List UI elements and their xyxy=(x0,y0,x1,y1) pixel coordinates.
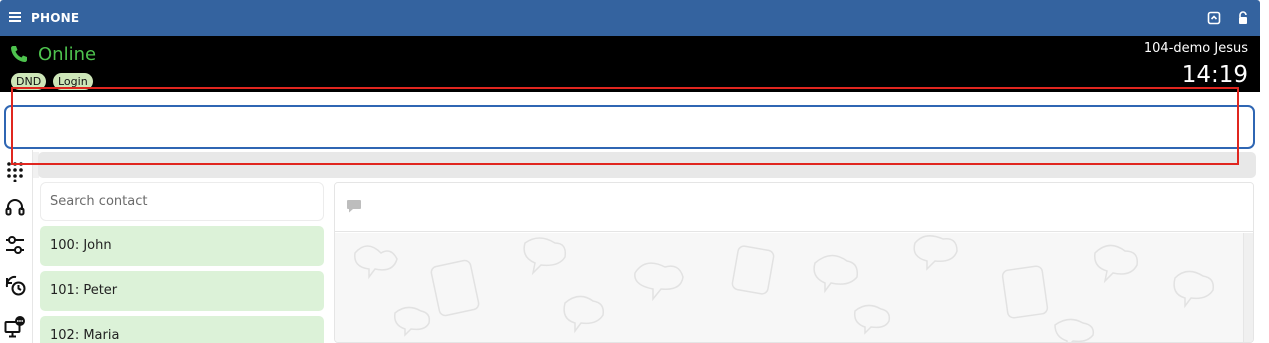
login-badge[interactable]: Login xyxy=(53,73,93,90)
clock: 14:19 xyxy=(1181,62,1248,88)
message-icon[interactable] xyxy=(346,199,362,214)
panel-tab-strip xyxy=(38,152,1256,178)
headset-icon[interactable] xyxy=(4,196,26,218)
dial-number-input[interactable] xyxy=(4,105,1255,149)
window-title: PHONE xyxy=(31,11,80,25)
chat-messages-area xyxy=(335,233,1243,342)
chat-background-pattern xyxy=(354,235,1215,342)
contact-item[interactable]: 100: John xyxy=(40,226,324,266)
settings-sliders-icon[interactable] xyxy=(4,234,26,256)
menu-icon[interactable] xyxy=(9,12,21,22)
window-box-icon[interactable] xyxy=(1207,11,1221,25)
status-text: Online xyxy=(38,44,97,65)
call-history-icon[interactable] xyxy=(4,274,26,296)
phone-icon xyxy=(11,46,27,62)
contact-item[interactable]: 101: Peter xyxy=(40,271,324,311)
lock-icon[interactable] xyxy=(1236,11,1250,25)
contact-item[interactable]: 102: Maria xyxy=(40,316,324,343)
monitor-chat-icon[interactable] xyxy=(4,316,26,338)
user-name: 104-demo Jesus xyxy=(1143,41,1248,56)
chat-header xyxy=(335,183,1253,232)
search-contact-input[interactable] xyxy=(40,182,324,221)
phone-app: PHONE Online DND Login 104-demo Jesus 14… xyxy=(0,0,1269,343)
chat-scrollbar[interactable] xyxy=(1243,233,1253,342)
title-bar: PHONE xyxy=(0,0,1260,36)
status-bar: Online DND Login 104-demo Jesus 14:19 xyxy=(0,36,1260,92)
chat-panel xyxy=(334,182,1254,343)
dialpad-icon[interactable] xyxy=(4,160,26,182)
dnd-badge[interactable]: DND xyxy=(11,73,47,90)
left-rail xyxy=(0,150,33,343)
